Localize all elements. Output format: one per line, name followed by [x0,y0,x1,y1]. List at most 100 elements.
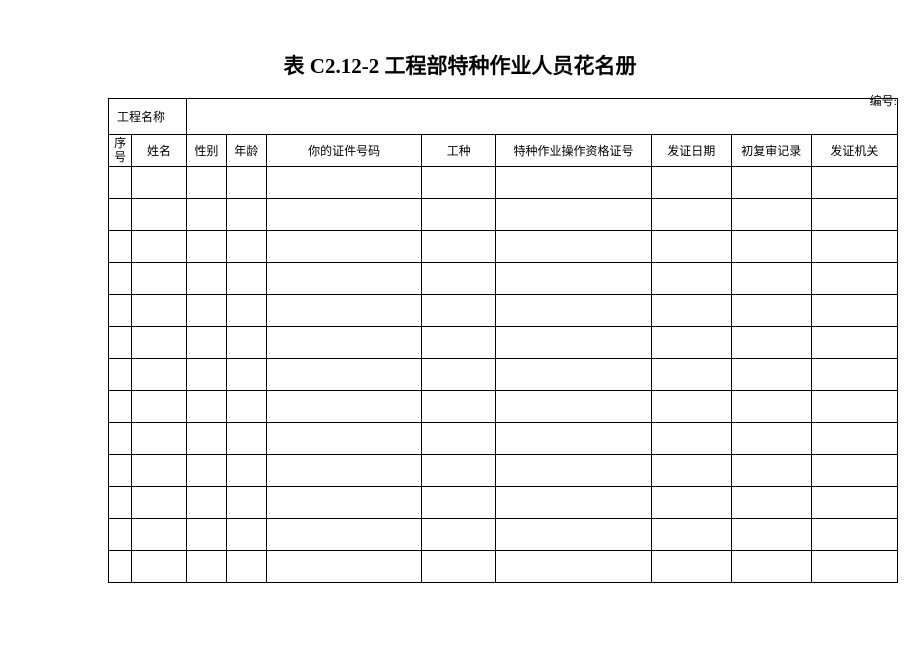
cell-name [132,551,187,583]
cell-seq [109,263,132,295]
cell-qualification [496,551,652,583]
cell-gender [186,295,226,327]
cell-seq [109,455,132,487]
cell-seq [109,327,132,359]
table-row [109,199,898,231]
serial-number-label: 编号: [870,92,897,109]
cell-review_record [731,167,811,199]
cell-review_record [731,391,811,423]
header-gender: 性别 [186,135,226,167]
header-age: 年龄 [226,135,266,167]
cell-issue_agency [811,359,897,391]
header-row: 序号 姓名 性别 年龄 你的证件号码 工种 特种作业操作资格证号 发证日期 初复… [109,135,898,167]
table-row [109,391,898,423]
cell-work_type [422,455,496,487]
cell-qualification [496,423,652,455]
cell-issue_date [651,455,731,487]
cell-issue_date [651,295,731,327]
cell-issue_date [651,423,731,455]
table-row [109,551,898,583]
cell-id_number [266,167,422,199]
table-row [109,295,898,327]
table-row [109,519,898,551]
cell-age [226,519,266,551]
cell-qualification [496,359,652,391]
cell-age [226,199,266,231]
cell-issue_date [651,391,731,423]
cell-id_number [266,295,422,327]
cell-qualification [496,391,652,423]
cell-age [226,455,266,487]
cell-qualification [496,231,652,263]
cell-issue_date [651,487,731,519]
cell-name [132,519,187,551]
cell-work_type [422,391,496,423]
cell-seq [109,295,132,327]
project-name-row: 工程名称 [109,99,898,135]
table-row [109,231,898,263]
cell-gender [186,455,226,487]
header-seq: 序号 [109,135,132,167]
cell-age [226,231,266,263]
table-row [109,455,898,487]
cell-name [132,231,187,263]
cell-seq [109,551,132,583]
cell-seq [109,391,132,423]
cell-review_record [731,487,811,519]
table-row [109,359,898,391]
header-name: 姓名 [132,135,187,167]
cell-qualification [496,295,652,327]
cell-work_type [422,359,496,391]
cell-gender [186,519,226,551]
cell-review_record [731,423,811,455]
cell-age [226,487,266,519]
cell-issue_date [651,519,731,551]
header-qualification: 特种作业操作资格证号 [496,135,652,167]
cell-age [226,167,266,199]
cell-work_type [422,199,496,231]
cell-issue_agency [811,231,897,263]
cell-id_number [266,263,422,295]
cell-review_record [731,199,811,231]
cell-id_number [266,391,422,423]
cell-name [132,263,187,295]
cell-review_record [731,295,811,327]
cell-gender [186,391,226,423]
cell-issue_agency [811,167,897,199]
cell-review_record [731,231,811,263]
cell-review_record [731,359,811,391]
cell-issue_agency [811,295,897,327]
cell-gender [186,167,226,199]
cell-issue_agency [811,263,897,295]
cell-issue_date [651,231,731,263]
table-row [109,167,898,199]
cell-age [226,359,266,391]
cell-gender [186,231,226,263]
header-issue-agency: 发证机关 [811,135,897,167]
cell-age [226,551,266,583]
header-id-number: 你的证件号码 [266,135,422,167]
cell-seq [109,487,132,519]
cell-issue_agency [811,327,897,359]
cell-name [132,423,187,455]
cell-qualification [496,167,652,199]
cell-gender [186,263,226,295]
cell-issue_agency [811,199,897,231]
cell-id_number [266,487,422,519]
cell-review_record [731,519,811,551]
cell-gender [186,359,226,391]
header-issue-date: 发证日期 [651,135,731,167]
table-row [109,423,898,455]
cell-gender [186,199,226,231]
cell-gender [186,487,226,519]
cell-name [132,391,187,423]
cell-review_record [731,455,811,487]
cell-work_type [422,487,496,519]
cell-gender [186,327,226,359]
cell-seq [109,423,132,455]
table-row [109,487,898,519]
cell-issue_date [651,263,731,295]
cell-age [226,295,266,327]
cell-issue_date [651,327,731,359]
cell-work_type [422,263,496,295]
